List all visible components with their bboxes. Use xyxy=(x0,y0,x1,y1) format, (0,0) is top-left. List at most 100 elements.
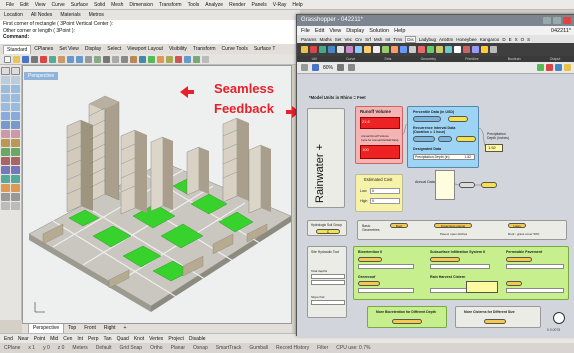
permeable-component[interactable] xyxy=(506,257,532,262)
print-icon[interactable] xyxy=(31,55,38,63)
menu-view[interactable]: View xyxy=(35,2,46,8)
gh-comp-icon-1[interactable] xyxy=(301,46,308,53)
fillet-icon[interactable] xyxy=(11,130,20,138)
gh-comp-icon-20[interactable] xyxy=(472,46,479,53)
boolean-diff-icon[interactable] xyxy=(11,157,20,165)
gh-tab-trns[interactable]: Trns xyxy=(393,37,402,42)
menu-mesh[interactable]: Mesh xyxy=(111,2,123,8)
more-bioretention-group[interactable]: More Bioretention for Different Depth xyxy=(367,306,447,328)
roof-area-field[interactable] xyxy=(506,288,564,293)
menu-edit[interactable]: Edit xyxy=(20,2,29,8)
menu-vray[interactable]: V-Ray xyxy=(273,2,287,8)
osnap-disable[interactable]: Disable xyxy=(189,336,206,342)
tab-surface-tools[interactable]: Surface T xyxy=(251,45,279,54)
gh-comp-icon-9[interactable] xyxy=(373,46,380,53)
gh-menu-display[interactable]: Display xyxy=(346,28,364,34)
status-planar[interactable]: Planar xyxy=(171,345,185,351)
gh-bake-icon[interactable] xyxy=(564,64,571,71)
gh-comp-icon-15[interactable] xyxy=(427,46,434,53)
subsurface-depth-field[interactable] xyxy=(430,264,490,269)
tab-right[interactable]: Right xyxy=(100,324,120,333)
gh-sketch-icon[interactable] xyxy=(337,64,345,71)
save-icon[interactable] xyxy=(22,55,29,63)
gh-preview-mode-icon[interactable] xyxy=(555,64,562,71)
tab-visibility[interactable]: Visibility xyxy=(166,45,190,54)
text-icon[interactable] xyxy=(11,184,20,192)
paste-icon[interactable] xyxy=(58,55,65,63)
gh-tab-kangaroo[interactable]: Kangaroo xyxy=(480,37,500,42)
osnap-knot[interactable]: Knot xyxy=(134,336,144,342)
basic-lawn[interactable]: Lawn xyxy=(508,223,526,228)
status-ortho[interactable]: Ortho xyxy=(150,345,163,351)
tab-front[interactable]: Front xyxy=(80,324,100,333)
dimension-icon[interactable] xyxy=(1,184,10,192)
hide-icon[interactable] xyxy=(1,202,10,210)
gh-comp-icon-8[interactable] xyxy=(364,46,371,53)
gh-comp-icon-12[interactable] xyxy=(400,46,407,53)
scale-icon[interactable] xyxy=(11,175,20,183)
basic-roof[interactable]: Roof xyxy=(390,223,408,228)
menu-tools[interactable]: Tools xyxy=(188,2,200,8)
surface-icon[interactable] xyxy=(1,112,10,120)
menu-surface[interactable]: Surface xyxy=(71,2,88,8)
mesh-icon[interactable] xyxy=(1,130,10,138)
navigation-circle-icon[interactable] xyxy=(553,312,565,324)
redo-icon[interactable] xyxy=(76,55,83,63)
toolbar-location[interactable]: Location xyxy=(4,12,23,18)
hydrologic-value[interactable]: C xyxy=(316,229,340,234)
gh-menu-view[interactable]: View xyxy=(329,28,341,34)
options-icon[interactable] xyxy=(193,55,200,63)
gh-save-icon[interactable] xyxy=(312,64,319,71)
menu-analyze[interactable]: Analyze xyxy=(205,2,223,8)
gh-open-icon[interactable] xyxy=(301,64,308,71)
toolbar-metros[interactable]: Metros xyxy=(89,12,104,18)
gh-comp-icon-17[interactable] xyxy=(445,46,452,53)
status-osnap[interactable]: Osnap xyxy=(193,345,208,351)
close-icon[interactable] xyxy=(563,17,571,24)
curve-icon[interactable] xyxy=(1,85,10,93)
osnap-mid[interactable]: Mid xyxy=(50,336,58,342)
gh-tab-x[interactable]: X xyxy=(515,37,518,42)
menu-panels[interactable]: Panels xyxy=(252,2,267,8)
site-input-3[interactable] xyxy=(311,300,345,305)
gh-comp-icon-3[interactable] xyxy=(319,46,326,53)
copy-icon[interactable] xyxy=(49,55,56,63)
boolean-union-icon[interactable] xyxy=(1,157,10,165)
layer-icon[interactable] xyxy=(148,55,155,63)
gh-tab-d[interactable]: D xyxy=(502,37,505,42)
gh-tab-dis[interactable]: Dis xyxy=(405,35,416,43)
point-icon[interactable] xyxy=(11,67,20,75)
gh-comp-icon-6[interactable] xyxy=(346,46,353,53)
gh-menu-file[interactable]: File xyxy=(301,28,310,34)
lock-icon[interactable] xyxy=(11,202,20,210)
polyline-icon[interactable] xyxy=(11,76,20,84)
bmp-group[interactable]: Bioretention II Subsurface Infiltration … xyxy=(353,246,569,300)
copy-obj-icon[interactable] xyxy=(11,166,20,174)
status-layer[interactable]: Default xyxy=(96,345,112,351)
properties-icon[interactable] xyxy=(157,55,164,63)
zoom-extents-icon[interactable] xyxy=(121,55,128,63)
tab-curve-tools[interactable]: Curve Tools xyxy=(219,45,251,54)
gh-comp-icon-11[interactable] xyxy=(391,46,398,53)
rotate-icon[interactable] xyxy=(1,175,10,183)
select-arrow-icon[interactable] xyxy=(1,67,10,75)
extrude-icon[interactable] xyxy=(11,112,20,120)
join-icon[interactable] xyxy=(1,148,10,156)
menu-render[interactable]: Render xyxy=(229,2,245,8)
status-filter[interactable]: Filter xyxy=(317,345,328,351)
tab-top[interactable]: Top xyxy=(64,324,80,333)
gh-comp-icon-13[interactable] xyxy=(409,46,416,53)
osnap-end[interactable]: End xyxy=(4,336,13,342)
undo-icon[interactable] xyxy=(67,55,74,63)
ellipse-icon[interactable] xyxy=(11,94,20,102)
more-cisterns-group[interactable]: More Cisterns for Different Size xyxy=(455,306,541,328)
tab-add[interactable]: + xyxy=(120,324,131,333)
gh-menu-solution[interactable]: Solution xyxy=(369,28,389,34)
menu-dimension[interactable]: Dimension xyxy=(129,2,153,8)
roof-component[interactable] xyxy=(506,281,522,286)
tab-transform[interactable]: Transform xyxy=(190,45,219,54)
select-icon[interactable] xyxy=(130,55,137,63)
gh-canvas[interactable]: *Model Units in Rhino = Feet Rainwater +… xyxy=(297,74,574,337)
osnap-point[interactable]: Point xyxy=(34,336,45,342)
analyze-icon[interactable] xyxy=(1,193,10,201)
